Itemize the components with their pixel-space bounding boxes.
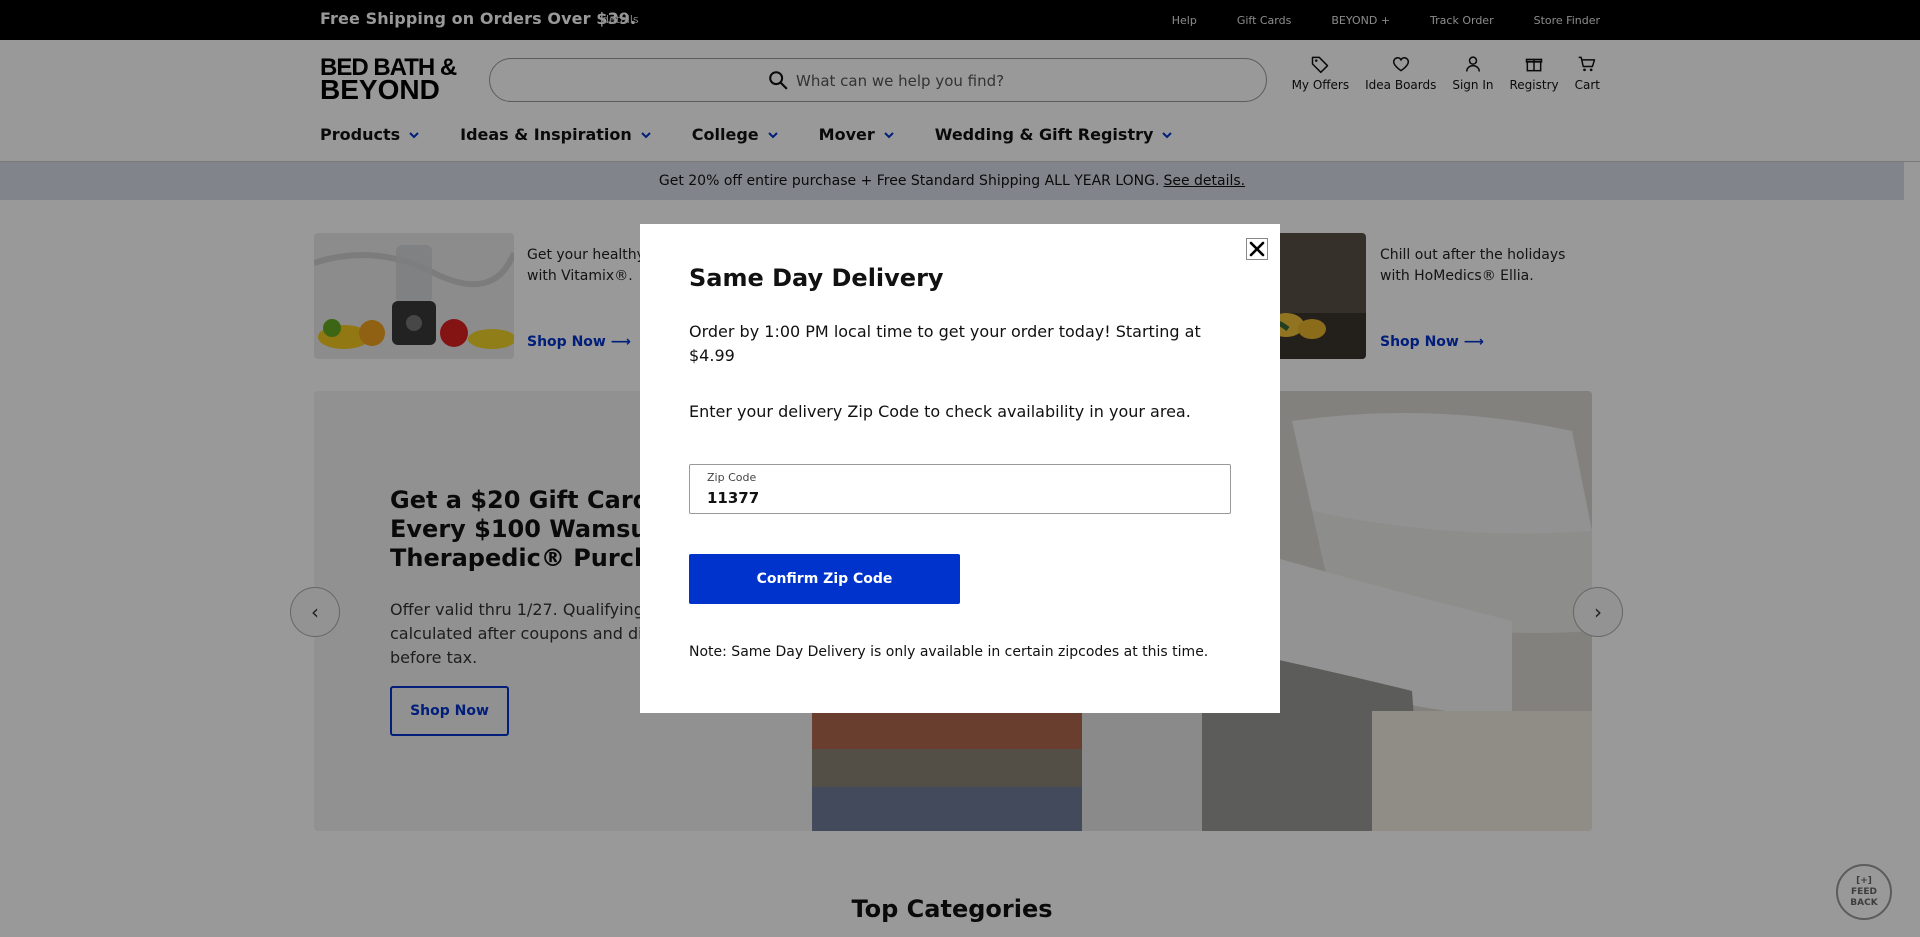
modal-note: Note: Same Day Delivery is only availabl… (689, 644, 1209, 660)
same-day-delivery-modal: Same Day Delivery Order by 1:00 PM local… (640, 224, 1280, 713)
modal-instructions: Enter your delivery Zip Code to check av… (689, 402, 1191, 421)
zip-code-input[interactable] (707, 488, 1207, 508)
zip-code-field[interactable]: Zip Code (689, 464, 1231, 514)
modal-description: Order by 1:00 PM local time to get your … (689, 322, 1201, 365)
close-icon (1249, 241, 1265, 257)
close-button[interactable] (1246, 238, 1268, 260)
confirm-zip-button[interactable]: Confirm Zip Code (689, 554, 960, 604)
modal-title: Same Day Delivery (689, 264, 944, 292)
zip-code-label: Zip Code (707, 471, 757, 484)
